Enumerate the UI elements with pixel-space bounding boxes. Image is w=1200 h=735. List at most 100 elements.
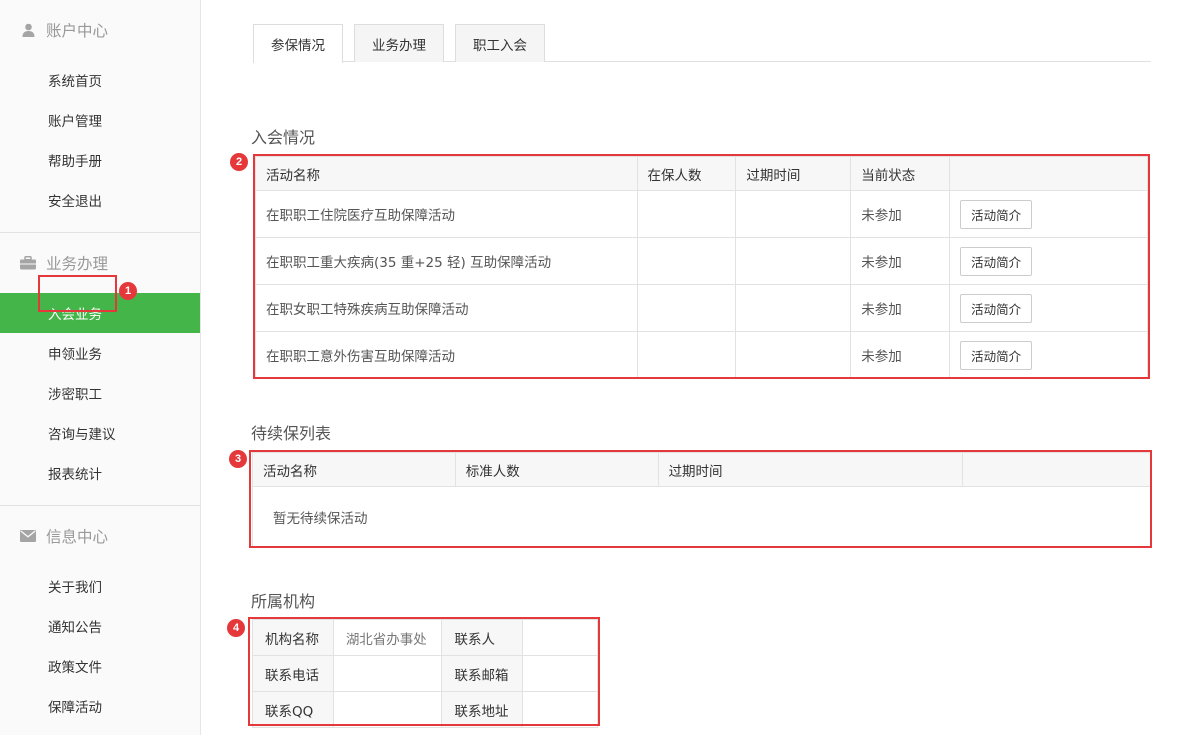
sidebar-section-label: 信息中心 — [46, 528, 109, 546]
org-field-label: 联系人 — [441, 619, 524, 656]
expiry-time — [735, 190, 852, 238]
sidebar-section-account: 账户中心 系统首页 账户管理 帮助手册 安全退出 — [0, 0, 200, 220]
column-header — [949, 156, 1148, 191]
table-row: 在职女职工特殊疾病互助保障活动 未参加 活动简介 — [255, 284, 1148, 332]
annotation-badge-4: 4 — [227, 619, 245, 637]
sidebar-item-label: 申领业务 — [48, 347, 102, 363]
status-text: 未参加 — [850, 190, 951, 238]
sidebar-item-consult-suggest[interactable]: 咨询与建议 — [0, 413, 200, 453]
annotation-badge-3: 3 — [229, 450, 247, 468]
sidebar-item-policies[interactable]: 政策文件 — [0, 646, 200, 686]
status-text: 未参加 — [850, 237, 951, 285]
sidebar-item-label: 咨询与建议 — [48, 427, 116, 443]
column-header: 活动名称 — [255, 156, 638, 191]
org-field-value — [332, 691, 443, 728]
org-field-value — [522, 691, 598, 728]
org-field-label: 联系邮箱 — [441, 655, 524, 692]
sidebar: 账户中心 系统首页 账户管理 帮助手册 安全退出 业务办理 入会业务 申领业务 … — [0, 0, 201, 735]
insured-count — [636, 331, 737, 379]
sidebar-section-title-info: 信息中心 — [0, 506, 200, 566]
expiry-time — [735, 284, 852, 332]
section-title-membership: 入会情况 — [251, 128, 316, 147]
sidebar-item-label: 安全退出 — [48, 194, 102, 210]
activity-intro-button[interactable]: 活动简介 — [960, 199, 1033, 229]
column-header: 活动名称 — [252, 452, 456, 487]
sidebar-item-account-management[interactable]: 账户管理 — [0, 100, 200, 140]
activity-name: 在职职工住院医疗互助保障活动 — [255, 190, 638, 238]
sidebar-item-classified-staff[interactable]: 涉密职工 — [0, 373, 200, 413]
section-title-pending: 待续保列表 — [251, 424, 332, 443]
sidebar-item-label: 通知公告 — [48, 620, 102, 636]
activity-intro-button[interactable]: 活动简介 — [960, 246, 1033, 276]
membership-table: 活动名称 在保人数 过期时间 当前状态 在职职工住院医疗互助保障活动 未参加 活… — [255, 156, 1148, 379]
organization-info-table: 机构名称 湖北省办事处 联系人 联系电话 联系邮箱 联系QQ 联系地址 — [252, 619, 598, 728]
sidebar-item-protection-activities[interactable]: 保障活动 — [0, 686, 200, 726]
org-field-value — [332, 655, 443, 692]
org-field-label: 联系电话 — [252, 655, 334, 692]
table-row: 暂无待续保活动 — [252, 486, 1151, 547]
table-row: 在职职工住院医疗互助保障活动 未参加 活动简介 — [255, 190, 1148, 238]
expiry-time — [735, 331, 852, 379]
sidebar-section-label: 业务办理 — [46, 255, 109, 273]
column-header: 在保人数 — [636, 156, 737, 191]
org-field-label: 联系地址 — [441, 691, 524, 728]
annotation-badge-2: 2 — [230, 153, 248, 171]
column-header: 过期时间 — [735, 156, 852, 191]
org-field-label: 机构名称 — [252, 619, 334, 656]
annotation-badge-1: 1 — [119, 282, 137, 300]
sidebar-item-label: 政策文件 — [48, 660, 102, 676]
activity-intro-button[interactable]: 活动简介 — [960, 293, 1033, 323]
column-header: 当前状态 — [850, 156, 951, 191]
pending-renewal-table: 活动名称 标准人数 过期时间 暂无待续保活动 — [252, 452, 1151, 547]
action-cell: 活动简介 — [949, 331, 1148, 379]
sidebar-item-notices[interactable]: 通知公告 — [0, 606, 200, 646]
main-content: 参保情况 业务办理 职工入会 入会情况 活动名称 在保人数 过期时间 当前状态 … — [201, 0, 1200, 735]
column-header: 过期时间 — [657, 452, 964, 487]
table-header-row: 活动名称 标准人数 过期时间 — [252, 452, 1151, 487]
column-header — [962, 452, 1151, 487]
sidebar-item-label: 账户管理 — [48, 114, 102, 130]
tab-bar: 参保情况 业务办理 职工入会 — [253, 24, 1151, 63]
status-text: 未参加 — [850, 284, 951, 332]
status-text: 未参加 — [850, 331, 951, 379]
table-row: 在职职工意外伤害互助保障活动 未参加 活动简介 — [255, 331, 1148, 379]
user-icon — [20, 22, 36, 38]
sidebar-item-claim-business[interactable]: 申领业务 — [0, 333, 200, 373]
sidebar-section-title-business: 业务办理 — [0, 233, 200, 293]
sidebar-item-about[interactable]: 关于我们 — [0, 566, 200, 606]
action-cell: 活动简介 — [949, 237, 1148, 285]
sidebar-item-home[interactable]: 系统首页 — [0, 60, 200, 100]
org-field-label: 联系QQ — [252, 691, 334, 728]
sidebar-item-label: 帮助手册 — [48, 154, 102, 170]
table-row: 在职职工重大疾病(35 重+25 轻) 互助保障活动 未参加 活动简介 — [255, 237, 1148, 285]
empty-message: 暂无待续保活动 — [252, 486, 1151, 547]
table-header-row: 活动名称 在保人数 过期时间 当前状态 — [255, 156, 1148, 191]
activity-name: 在职职工意外伤害互助保障活动 — [255, 331, 638, 379]
sidebar-item-label: 关于我们 — [48, 580, 102, 596]
activity-name: 在职女职工特殊疾病互助保障活动 — [255, 284, 638, 332]
column-header: 标准人数 — [454, 452, 659, 487]
sidebar-item-report-stats[interactable]: 报表统计 — [0, 453, 200, 493]
sidebar-item-label: 涉密职工 — [48, 387, 102, 403]
sidebar-section-title-account: 账户中心 — [0, 0, 200, 60]
activity-intro-button[interactable]: 活动简介 — [960, 340, 1033, 370]
tab-insurance-status[interactable]: 参保情况 — [253, 24, 343, 63]
tab-staff-join[interactable]: 职工入会 — [455, 24, 545, 62]
tab-business-handling[interactable]: 业务办理 — [354, 24, 444, 62]
envelope-icon — [20, 528, 36, 544]
sidebar-item-membership-business[interactable]: 入会业务 — [0, 293, 200, 333]
expiry-time — [735, 237, 852, 285]
sidebar-item-help[interactable]: 帮助手册 — [0, 140, 200, 180]
insured-count — [636, 284, 737, 332]
action-cell: 活动简介 — [949, 190, 1148, 238]
action-cell: 活动简介 — [949, 284, 1148, 332]
org-field-value: 湖北省办事处 — [332, 619, 443, 656]
sidebar-item-logout[interactable]: 安全退出 — [0, 180, 200, 220]
section-title-organization: 所属机构 — [251, 592, 316, 611]
sidebar-section-info: 信息中心 关于我们 通知公告 政策文件 保障活动 — [0, 506, 200, 726]
sidebar-item-label: 保障活动 — [48, 700, 102, 716]
sidebar-item-label: 入会业务 — [48, 307, 102, 323]
table-row: 机构名称 湖北省办事处 联系人 — [252, 619, 598, 656]
insured-count — [636, 237, 737, 285]
org-field-value — [522, 619, 598, 656]
